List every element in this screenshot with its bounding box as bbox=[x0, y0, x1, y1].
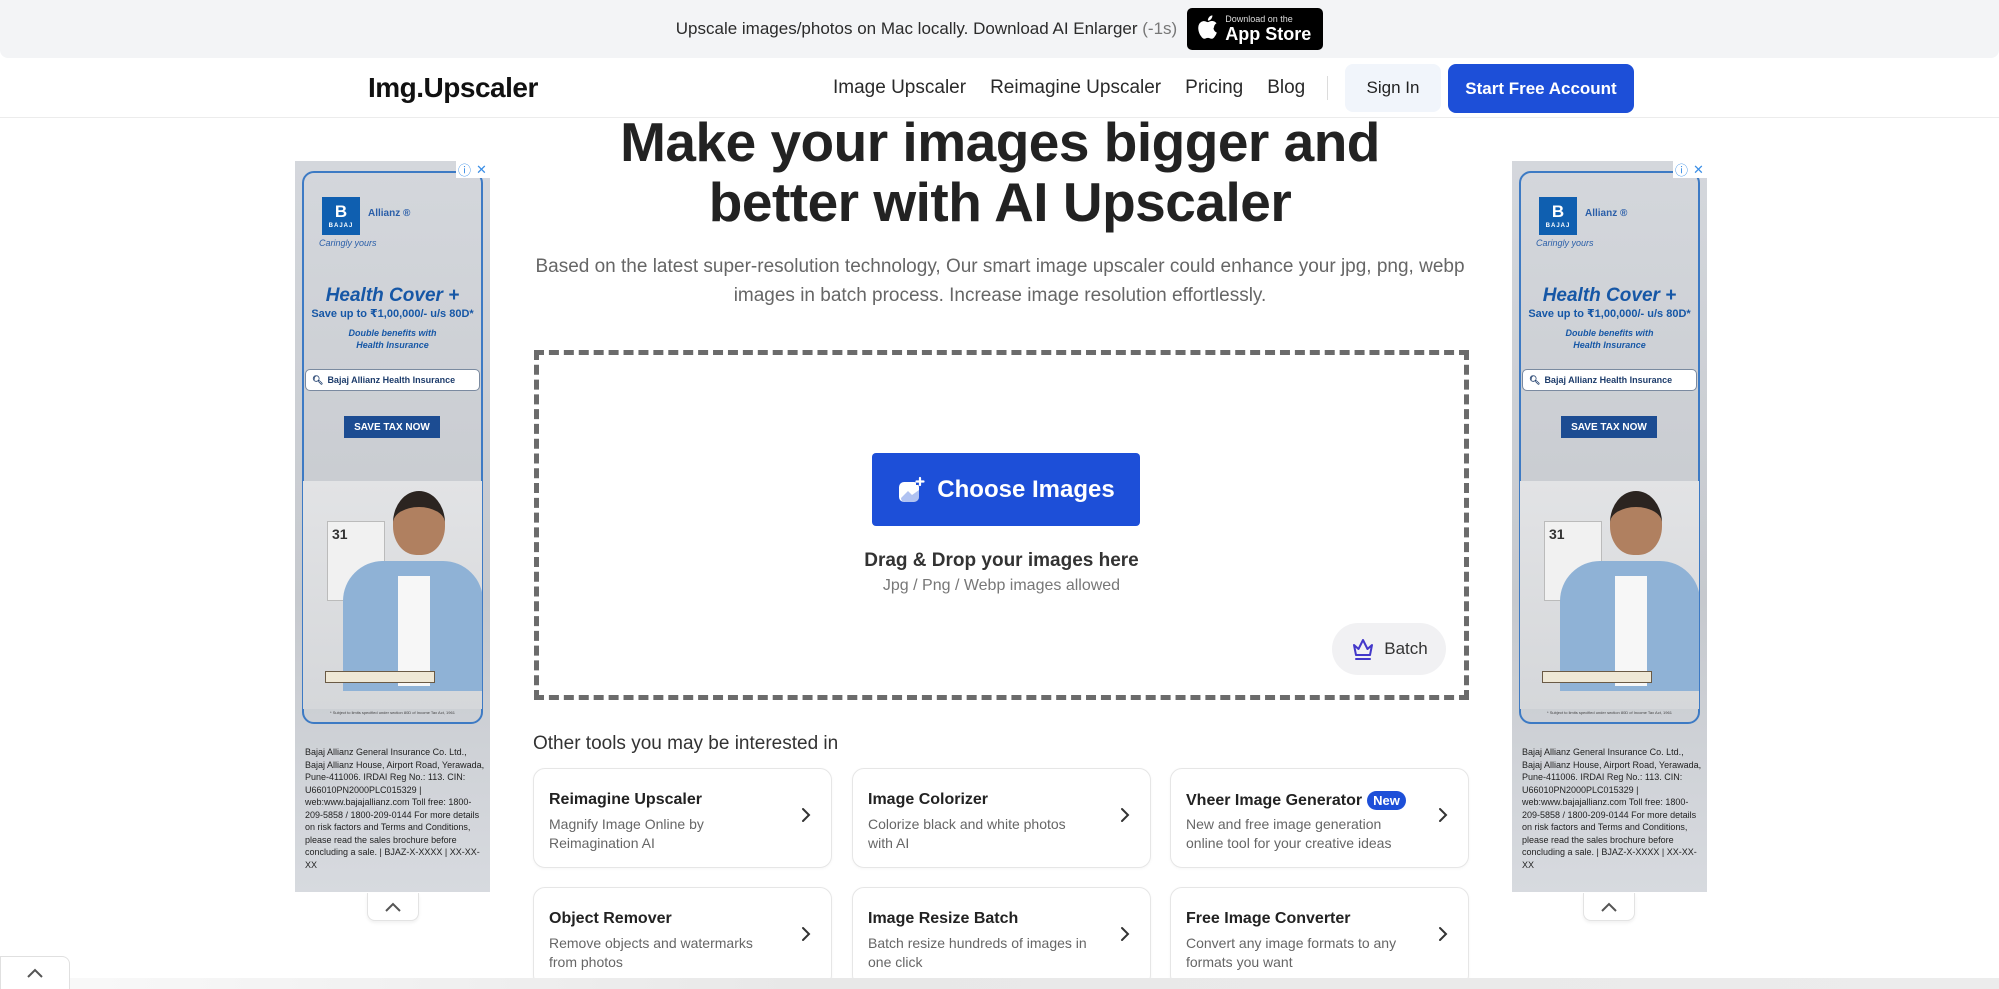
new-badge: New bbox=[1367, 791, 1406, 810]
batch-button[interactable]: Batch bbox=[1332, 623, 1446, 675]
ad-benefit: Double benefits with Health Insurance bbox=[348, 328, 437, 350]
app-store-label: App Store bbox=[1225, 24, 1312, 44]
ad-banner-right[interactable]: ⓘ ✕ B BAJAJ Allianz ® Caringly yours Heal… bbox=[1512, 161, 1707, 892]
promo-text: Upscale images/photos on Mac locally. Do… bbox=[675, 19, 1178, 38]
ad-offer: Save up to ₹1,00,000/- u/s 80D* bbox=[311, 308, 474, 320]
ad-legal-text: Bajaj Allianz General Insurance Co. Ltd.… bbox=[305, 747, 485, 870]
promo-banner: Upscale images/photos on Mac locally. Do… bbox=[0, 0, 1999, 58]
ad-close-icon[interactable]: ✕ bbox=[1690, 161, 1707, 178]
ad-footnote: * Subject to limits specified under sect… bbox=[330, 710, 455, 715]
allowed-formats: Jpg / Png / Webp images allowed bbox=[882, 577, 1121, 594]
chevron-up-icon bbox=[385, 902, 401, 912]
chevron-right-icon bbox=[802, 808, 811, 822]
nav-link-reimagine-upscaler[interactable]: Reimagine Upscaler bbox=[990, 77, 1161, 99]
ad-info-icon[interactable]: ⓘ bbox=[1673, 161, 1690, 178]
choose-images-label: Choose Images bbox=[937, 475, 1115, 503]
tool-title: Object Remover bbox=[549, 910, 672, 927]
ad-tagline: Caringly yours bbox=[1536, 238, 1594, 248]
search-icon: 🔍︎ bbox=[1529, 374, 1541, 385]
bajaj-logo: B BAJAJ bbox=[322, 197, 360, 235]
chevron-up-icon bbox=[27, 968, 43, 978]
chevron-right-icon bbox=[1121, 927, 1130, 941]
tool-card-reimagine-upscaler[interactable]: Reimagine Upscaler Magnify Image Online … bbox=[533, 768, 832, 868]
tool-title: Vheer Image Generator bbox=[1186, 791, 1363, 809]
ad-controls: ⓘ ✕ bbox=[456, 161, 490, 178]
ad-right-collapse-button[interactable] bbox=[1583, 893, 1635, 921]
chevron-right-icon bbox=[802, 927, 811, 941]
logo[interactable]: Img.Upscaler bbox=[368, 72, 538, 104]
bottom-ad-expand-button[interactable] bbox=[0, 956, 70, 989]
chevron-right-icon bbox=[1439, 808, 1448, 822]
tool-title: Image Resize Batch bbox=[868, 910, 1019, 927]
chevron-up-icon bbox=[1601, 902, 1617, 912]
chevron-right-icon bbox=[1439, 927, 1448, 941]
ad-legal-text: Bajaj Allianz General Insurance Co. Ltd.… bbox=[1522, 747, 1702, 870]
add-image-icon bbox=[899, 476, 925, 502]
nav-links: Image Upscaler Reimagine Upscaler Pricin… bbox=[833, 58, 1329, 118]
ad-banner-left[interactable]: ⓘ ✕ B BAJAJ Allianz ® Caringly yours Heal… bbox=[295, 161, 490, 892]
page-subtitle: Based on the latest super-resolution tec… bbox=[535, 256, 1465, 306]
ad-benefit: Double benefits with Health Insurance bbox=[1565, 328, 1654, 350]
other-tools-heading: Other tools you may be interested in bbox=[533, 733, 839, 754]
ad-left-collapse-button[interactable] bbox=[367, 893, 419, 921]
ad-photo: 31 bbox=[1520, 481, 1699, 709]
ad-controls: ⓘ ✕ bbox=[1673, 161, 1707, 178]
bajaj-logo: B BAJAJ bbox=[1539, 197, 1577, 235]
ad-tagline: Caringly yours bbox=[319, 238, 377, 248]
apple-icon bbox=[1196, 14, 1218, 44]
crown-icon bbox=[1353, 639, 1374, 660]
tool-desc: New and free image generation online too… bbox=[1186, 816, 1392, 851]
ad-footnote: * Subject to limits specified under sect… bbox=[1547, 710, 1672, 715]
search-icon: 🔍︎ bbox=[312, 374, 324, 385]
navbar: Img.Upscaler Image Upscaler Reimagine Up… bbox=[0, 58, 1999, 118]
tool-card-image-resize-batch[interactable]: Image Resize Batch Batch resize hundreds… bbox=[852, 887, 1151, 987]
page-title-line1: Make your images bigger and bbox=[620, 111, 1380, 173]
nav-link-pricing[interactable]: Pricing bbox=[1185, 77, 1243, 99]
page-title-line2: better with AI Upscaler bbox=[708, 171, 1292, 233]
image-dropzone[interactable]: Choose Images Drag & Drop your images he… bbox=[534, 350, 1469, 700]
chevron-right-icon bbox=[1121, 808, 1130, 822]
tool-desc: Magnify Image Online by Reimagination AI bbox=[549, 816, 704, 851]
batch-label: Batch bbox=[1384, 639, 1428, 658]
nav-link-blog[interactable]: Blog bbox=[1267, 77, 1305, 99]
tool-title: Free Image Converter bbox=[1186, 910, 1351, 927]
sign-in-button[interactable]: Sign In bbox=[1345, 64, 1441, 112]
ad-partner: Allianz ® bbox=[1585, 208, 1628, 219]
nav-link-image-upscaler[interactable]: Image Upscaler bbox=[833, 77, 966, 99]
promo-timer: (-1s) bbox=[1142, 19, 1178, 38]
ad-offer: Save up to ₹1,00,000/- u/s 80D* bbox=[1528, 308, 1691, 320]
tool-card-vheer-image-generator[interactable]: Vheer Image Generator New New and free im… bbox=[1170, 768, 1469, 868]
bottom-ad-bar bbox=[0, 978, 1999, 989]
page-title: Make your images bigger and better with … bbox=[500, 112, 1500, 232]
tool-desc: Convert any image formats to any formats… bbox=[1186, 935, 1397, 970]
ad-cta-button[interactable]: SAVE TAX NOW bbox=[344, 416, 440, 438]
choose-images-button[interactable]: Choose Images bbox=[872, 453, 1140, 526]
tool-desc: Batch resize hundreds of images in one c… bbox=[868, 935, 1087, 970]
ad-search-box: 🔍︎ Bajaj Allianz Health Insurance bbox=[305, 369, 480, 391]
tool-desc: Colorize black and white photos with AI bbox=[868, 816, 1066, 851]
app-store-button[interactable]: Download on the App Store bbox=[1187, 8, 1324, 50]
start-free-account-button[interactable]: Start Free Account bbox=[1448, 64, 1634, 113]
ad-headline: Health Cover + bbox=[1542, 285, 1677, 306]
nav-divider bbox=[1327, 76, 1329, 100]
tool-desc: Remove objects and watermarks from photo… bbox=[549, 935, 753, 970]
tool-card-image-colorizer[interactable]: Image Colorizer Colorize black and white… bbox=[852, 768, 1151, 868]
tool-card-free-image-converter[interactable]: Free Image Converter Convert any image f… bbox=[1170, 887, 1469, 987]
ad-close-icon[interactable]: ✕ bbox=[473, 161, 490, 178]
tool-title: Image Colorizer bbox=[868, 791, 989, 808]
ad-cta-button[interactable]: SAVE TAX NOW bbox=[1561, 416, 1657, 438]
ad-photo: 31 bbox=[303, 481, 482, 709]
drag-drop-title: Drag & Drop your images here bbox=[864, 550, 1139, 571]
app-store-small: Download on the bbox=[1225, 14, 1293, 24]
ad-partner: Allianz ® bbox=[368, 208, 411, 219]
ad-info-icon[interactable]: ⓘ bbox=[456, 161, 473, 178]
tool-title: Reimagine Upscaler bbox=[549, 791, 702, 808]
ad-search-box: 🔍︎ Bajaj Allianz Health Insurance bbox=[1522, 369, 1697, 391]
tool-card-object-remover[interactable]: Object Remover Remove objects and waterm… bbox=[533, 887, 832, 987]
ad-headline: Health Cover + bbox=[325, 285, 460, 306]
